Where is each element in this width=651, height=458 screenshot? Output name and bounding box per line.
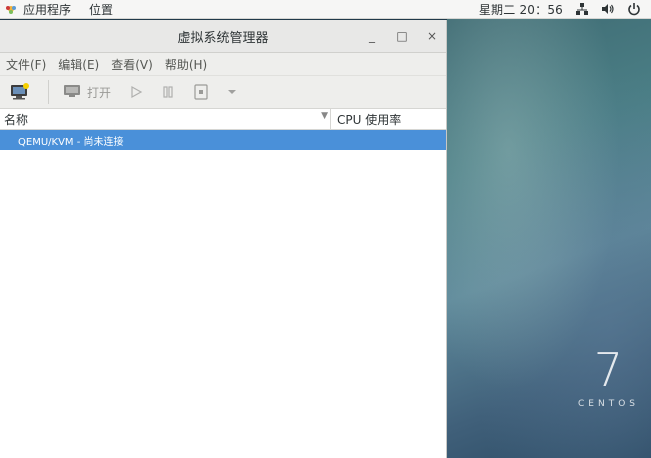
volume-icon[interactable] — [601, 2, 615, 16]
virt-manager-window: 虚拟系统管理器 _ □ × 文件(F) 编辑(E) 查看(V) 帮助(H) 打开… — [0, 20, 447, 458]
top-panel: 应用程序 位置 星期二 20：56 — [0, 0, 651, 19]
desktop-background: 7 CENTOS — [447, 19, 651, 458]
column-name[interactable]: 名称 ▼ — [0, 111, 330, 128]
play-icon[interactable] — [129, 85, 143, 99]
maximize-button[interactable]: □ — [396, 29, 408, 43]
close-button[interactable]: × — [426, 29, 438, 43]
centos-version: 7 — [593, 343, 623, 397]
places-menu[interactable]: 位置 — [89, 1, 113, 18]
stop-icon[interactable] — [193, 83, 209, 101]
connection-label: QEMU/KVM - 尚未连接 — [18, 136, 124, 148]
toolbar: 打开 — [0, 76, 446, 109]
menu-edit[interactable]: 编辑(E) — [58, 56, 99, 73]
open-button[interactable]: 打开 — [63, 83, 111, 102]
column-name-label: 名称 — [4, 112, 29, 127]
clock[interactable]: 星期二 20：56 — [479, 1, 563, 18]
toolbar-separator — [48, 80, 49, 104]
menu-file[interactable]: 文件(F) — [6, 56, 46, 73]
open-label: 打开 — [87, 85, 112, 100]
table-row[interactable]: QEMU/KVM - 尚未连接 — [0, 130, 446, 150]
column-cpu-label: CPU 使用率 — [337, 112, 402, 127]
sort-arrow-icon: ▼ — [321, 110, 328, 121]
apps-icon[interactable] — [4, 2, 18, 16]
dropdown-arrow-icon[interactable] — [227, 87, 237, 97]
network-icon[interactable] — [575, 2, 589, 16]
console-icon — [63, 83, 81, 102]
column-cpu-usage[interactable]: CPU 使用率 — [330, 109, 401, 129]
table-header: 名称 ▼ CPU 使用率 — [0, 109, 446, 130]
menu-view[interactable]: 查看(V) — [111, 56, 153, 73]
window-titlebar[interactable]: 虚拟系统管理器 _ □ × — [0, 20, 446, 53]
menu-help[interactable]: 帮助(H) — [165, 56, 207, 73]
pause-icon[interactable] — [161, 85, 175, 99]
menubar: 文件(F) 编辑(E) 查看(V) 帮助(H) — [0, 53, 446, 76]
applications-menu[interactable]: 应用程序 — [23, 1, 71, 18]
window-title: 虚拟系统管理器 — [177, 30, 269, 46]
centos-brand: CENTOS — [578, 399, 639, 409]
new-vm-icon[interactable] — [10, 83, 30, 101]
minimize-button[interactable]: _ — [366, 29, 378, 43]
power-icon[interactable] — [627, 2, 641, 16]
